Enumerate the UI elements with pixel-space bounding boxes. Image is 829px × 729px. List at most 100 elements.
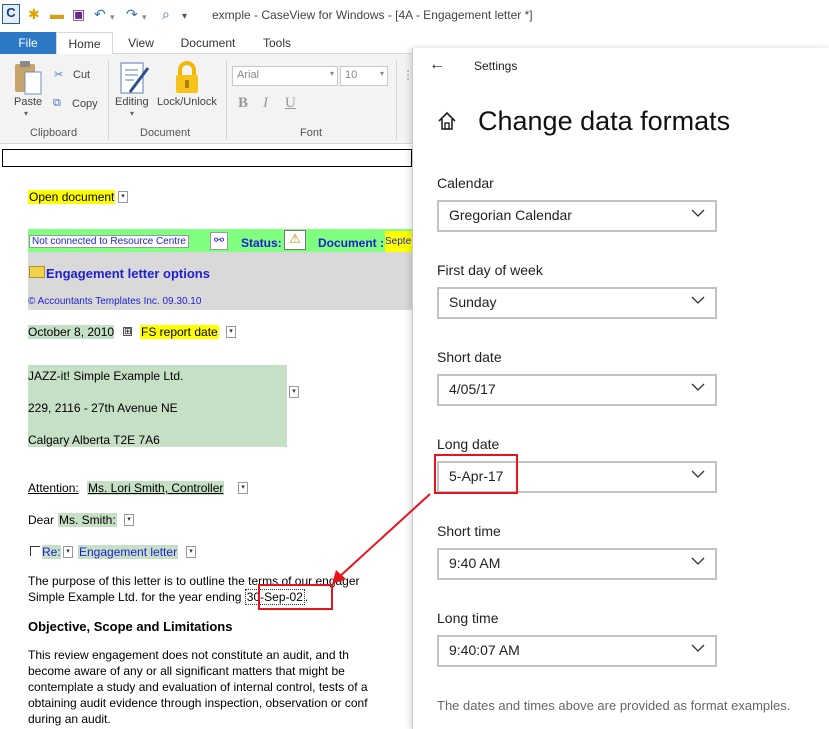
redo-icon[interactable]: ↷	[126, 6, 138, 22]
warning-icon[interactable]: ⚠	[284, 230, 306, 250]
re-label: Re:	[42, 545, 61, 559]
window-title: exmple - CaseView for Windows - [4A - En…	[212, 8, 533, 22]
title-bar: C ✱ ▬ ▣ ↶ ▾ ↷ ▾ ⌕ ▾ exmple - CaseView fo…	[0, 0, 829, 30]
review-line-4: obtaining audit evidence through inspect…	[28, 696, 368, 710]
tab-home[interactable]: Home	[56, 32, 113, 55]
undo-icon[interactable]: ↶	[94, 6, 106, 22]
long-time-label: Long time	[437, 610, 499, 626]
open-document-dropdown-icon[interactable]: ▾	[118, 191, 128, 203]
page-title: Change data formats	[478, 106, 731, 136]
calendar-select[interactable]: Gregorian Calendar	[437, 200, 717, 232]
chevron-down-icon	[691, 470, 705, 478]
lock-icon[interactable]	[172, 60, 202, 96]
settings-panel: ← Settings Change data formats Calendar …	[412, 48, 829, 729]
long-time-select[interactable]: 9:40:07 AM	[437, 635, 717, 667]
ribbon-home: Paste ▾ ✂ Cut ⧉ Copy Clipboard Editing ▾…	[0, 54, 420, 144]
font-name-dropdown-icon[interactable]: ▾	[330, 69, 334, 78]
tab-document[interactable]: Document	[172, 32, 244, 54]
fs-report-date-field[interactable]: FS report date	[140, 325, 219, 339]
tab-tools[interactable]: Tools	[254, 32, 300, 54]
new-document-icon[interactable]: ✱	[28, 6, 40, 22]
long-date-highlight-box	[434, 454, 518, 494]
copy-icon[interactable]: ⧉	[53, 97, 61, 110]
dear-dropdown-icon[interactable]: ▾	[124, 514, 134, 526]
date-field[interactable]: October 8, 2010	[28, 325, 115, 339]
bold-button[interactable]: B	[238, 95, 248, 112]
font-name-select[interactable]: Arial ▾	[232, 66, 338, 86]
copy-label[interactable]: Copy	[72, 98, 98, 110]
paste-icon[interactable]	[12, 60, 44, 96]
attention-label: Attention:	[28, 481, 79, 495]
tab-view[interactable]: View	[118, 32, 164, 54]
editing-dropdown-icon[interactable]: ▾	[130, 109, 134, 118]
folder-icon[interactable]	[29, 266, 45, 278]
short-time-label: Short time	[437, 523, 501, 539]
engagement-options-link[interactable]: Engagement letter options	[46, 266, 210, 281]
clipboard-group-label: Clipboard	[30, 127, 78, 139]
long-date-label: Long date	[437, 436, 500, 452]
review-line-5: during an audit.	[28, 712, 111, 726]
address-line-3: Calgary Alberta T2E 7A6	[28, 433, 160, 447]
resource-centre-button[interactable]: Not connected to Resource Centre	[29, 235, 189, 248]
open-document-field[interactable]: Open document	[28, 190, 116, 204]
document-status-value[interactable]: Septe	[385, 231, 412, 252]
review-line-2: become aware of any or all significant m…	[28, 664, 345, 678]
open-folder-icon[interactable]: ▬	[50, 6, 64, 22]
review-line-1: This review engagement does not constitu…	[28, 648, 349, 662]
app-icon: C	[2, 4, 20, 24]
attention-field[interactable]: Ms. Lori Smith, Controller	[87, 481, 225, 495]
calendar-value: Gregorian Calendar	[449, 207, 572, 223]
document-ruler-bar	[2, 149, 412, 167]
calendar-icon[interactable]: ⊞	[123, 327, 132, 336]
cut-label[interactable]: Cut	[73, 69, 90, 81]
document-status-label: Document :	[318, 236, 384, 250]
first-day-value: Sunday	[449, 294, 497, 310]
short-date-value: 4/05/17	[449, 381, 496, 397]
editing-label[interactable]: Editing	[115, 96, 149, 108]
redo-dropdown-icon[interactable]: ▾	[142, 9, 147, 25]
paste-dropdown-icon[interactable]: ▾	[24, 109, 28, 118]
date-highlight-box	[258, 584, 333, 610]
section-heading: Objective, Scope and Limitations	[28, 619, 233, 634]
home-icon[interactable]	[437, 111, 457, 131]
re-field[interactable]: Engagement letter	[78, 545, 179, 559]
format-footnote: The dates and times above are provided a…	[437, 698, 791, 713]
back-arrow-icon[interactable]: ←	[429, 56, 445, 74]
font-size-select[interactable]: 10 ▾	[340, 66, 388, 86]
fs-report-date-dropdown-icon[interactable]: ▾	[226, 326, 236, 338]
chevron-down-icon	[691, 383, 705, 391]
underline-button[interactable]: U	[285, 95, 296, 112]
font-size-dropdown-icon[interactable]: ▾	[380, 69, 384, 78]
re-dropdown-icon[interactable]: ▾	[63, 546, 73, 558]
short-date-select[interactable]: 4/05/17	[437, 374, 717, 406]
short-time-value: 9:40 AM	[449, 555, 501, 571]
cut-icon[interactable]: ✂	[54, 68, 63, 81]
customize-toolbar-icon[interactable]: ▾	[182, 9, 187, 25]
re-checkbox[interactable]	[30, 546, 40, 556]
save-icon[interactable]: ▣	[72, 6, 85, 22]
address-dropdown-icon[interactable]: ▾	[289, 386, 299, 398]
font-size-value: 10	[345, 69, 358, 81]
tab-file[interactable]: File	[0, 32, 56, 54]
lock-unlock-label[interactable]: Lock/Unlock	[157, 96, 217, 108]
print-preview-icon[interactable]: ⌕	[162, 6, 170, 22]
dear-field[interactable]: Ms. Smith:	[58, 513, 117, 527]
settings-header: Settings	[474, 59, 518, 73]
chevron-down-icon	[691, 209, 705, 217]
address-line-1: JAZZ-it! Simple Example Ltd.	[28, 369, 184, 383]
re-field-dropdown-icon[interactable]: ▾	[186, 546, 196, 558]
font-name-value: Arial	[237, 69, 260, 81]
first-day-select[interactable]: Sunday	[437, 287, 717, 319]
purpose-line-2-text: Simple Example Ltd. for the year ending	[28, 590, 245, 604]
editing-icon[interactable]	[118, 60, 150, 96]
italic-button[interactable]: I	[263, 95, 268, 112]
connect-icon[interactable]: ⚯	[210, 232, 228, 250]
address-line-2: 229, 2116 - 27th Avenue NE	[28, 401, 178, 415]
undo-dropdown-icon[interactable]: ▾	[110, 9, 115, 25]
attention-dropdown-icon[interactable]: ▾	[238, 482, 248, 494]
calendar-label: Calendar	[437, 175, 494, 191]
font-group-label: Font	[300, 127, 323, 139]
short-time-select[interactable]: 9:40 AM	[437, 548, 717, 580]
first-day-label: First day of week	[437, 262, 543, 278]
paste-label[interactable]: Paste	[14, 96, 42, 108]
